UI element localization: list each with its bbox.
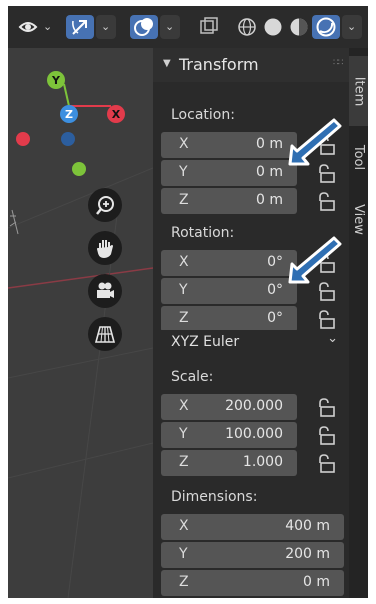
3d-viewport[interactable]: Y Z X <box>8 48 153 598</box>
overlays-dropdown[interactable]: ⌄ <box>160 15 180 39</box>
blender-window: ⌄ ⌄ ⌄ ⌄ Y Z X ▼ Transform ∷∷ Location: X… <box>8 6 368 598</box>
collapse-arrow-icon: ▼ <box>163 58 171 69</box>
gizmo-y-axis[interactable]: Y <box>47 71 65 89</box>
lock-icon[interactable] <box>315 309 337 331</box>
tab-view[interactable]: View <box>349 188 368 250</box>
rotation-y-field[interactable]: Y 0° <box>161 278 297 304</box>
location-label: Location: <box>171 107 235 123</box>
chevron-down-icon: ⌄ <box>165 20 175 33</box>
chevron-down-icon: ⌄ <box>43 20 53 33</box>
solid-shading-button[interactable] <box>260 15 286 39</box>
scale-label: Scale: <box>171 369 214 385</box>
location-x-field[interactable]: X 0 m <box>161 132 297 158</box>
rendered-shading-icon <box>316 17 336 37</box>
camera-view-button[interactable] <box>88 274 122 308</box>
material-shading-button[interactable] <box>286 15 312 39</box>
rendered-shading-button[interactable] <box>312 15 340 39</box>
gizmo-dropdown[interactable]: ⌄ <box>96 15 116 39</box>
annotation-arrow-icon <box>288 236 342 284</box>
wireframe-shading-icon <box>238 18 256 36</box>
annotation-arrow-icon <box>288 118 342 166</box>
rotation-z-field[interactable]: Z 0° <box>161 306 297 332</box>
scale-y-field[interactable]: Y 100.000 <box>161 422 297 448</box>
chevron-down-icon: ⌄ <box>327 331 338 346</box>
perspective-toggle-button[interactable] <box>88 317 122 351</box>
visibility-icon <box>18 22 38 32</box>
rotation-label: Rotation: <box>171 225 235 241</box>
location-y-field[interactable]: Y 0 m <box>161 160 297 186</box>
chevron-down-icon: ⌄ <box>347 20 357 33</box>
viewport-grid <box>8 83 153 598</box>
gizmo-neg-y-axis[interactable] <box>72 162 86 176</box>
tab-tool[interactable]: Tool <box>349 128 368 186</box>
xray-toggle-button[interactable] <box>196 15 222 39</box>
solid-shading-icon <box>264 18 282 36</box>
tab-item[interactable]: Item <box>349 56 368 126</box>
wireframe-shading-button[interactable] <box>234 15 260 39</box>
shading-dropdown[interactable]: ⌄ <box>342 15 362 39</box>
overlays-toggle-button[interactable] <box>130 15 158 39</box>
dimensions-label: Dimensions: <box>171 489 258 505</box>
camera-icon <box>97 282 114 298</box>
lock-icon[interactable] <box>315 397 337 419</box>
scale-z-field[interactable]: Z 1.000 <box>161 450 297 476</box>
overlays-icon <box>134 18 153 36</box>
zoom-button[interactable] <box>88 188 122 222</box>
visibility-dropdown[interactable]: ⌄ <box>14 15 58 39</box>
gizmo-neg-x-axis[interactable] <box>16 132 30 146</box>
sidebar-tabs: Item Tool View <box>349 48 368 598</box>
pan-button[interactable] <box>88 231 122 265</box>
lock-icon[interactable] <box>315 453 337 475</box>
transform-panel-header[interactable]: ▼ Transform ∷∷ <box>153 48 349 82</box>
gizmo-toggle-button[interactable] <box>66 15 94 39</box>
location-z-field[interactable]: Z 0 m <box>161 188 297 214</box>
material-shading-icon <box>290 18 308 36</box>
hand-pan-icon <box>97 240 113 258</box>
dimensions-z-field[interactable]: Z 0 m <box>161 570 344 596</box>
viewport-header: ⌄ ⌄ ⌄ ⌄ <box>8 6 368 49</box>
scale-x-field[interactable]: X 200.000 <box>161 394 297 420</box>
panel-title: Transform <box>179 55 259 74</box>
gizmo-neg-z-axis[interactable] <box>61 132 75 146</box>
gizmo-z-axis[interactable]: Z <box>60 105 78 123</box>
lock-icon[interactable] <box>315 191 337 213</box>
dimensions-x-field[interactable]: X 400 m <box>161 514 344 540</box>
dimensions-y-field[interactable]: Y 200 m <box>161 542 344 568</box>
chevron-down-icon: ⌄ <box>101 20 111 33</box>
gizmo-x-axis[interactable]: X <box>107 105 125 123</box>
grid-view-icon <box>94 326 116 343</box>
drag-handle-icon[interactable]: ∷∷ <box>333 58 344 68</box>
xray-icon <box>200 17 218 34</box>
zoom-icon <box>96 196 114 215</box>
lock-icon[interactable] <box>315 425 337 447</box>
gizmo-toggle-icon <box>72 20 87 35</box>
rotation-mode-select[interactable]: XYZ Euler ⌄ <box>161 330 344 356</box>
rotation-x-field[interactable]: X 0° <box>161 250 297 276</box>
